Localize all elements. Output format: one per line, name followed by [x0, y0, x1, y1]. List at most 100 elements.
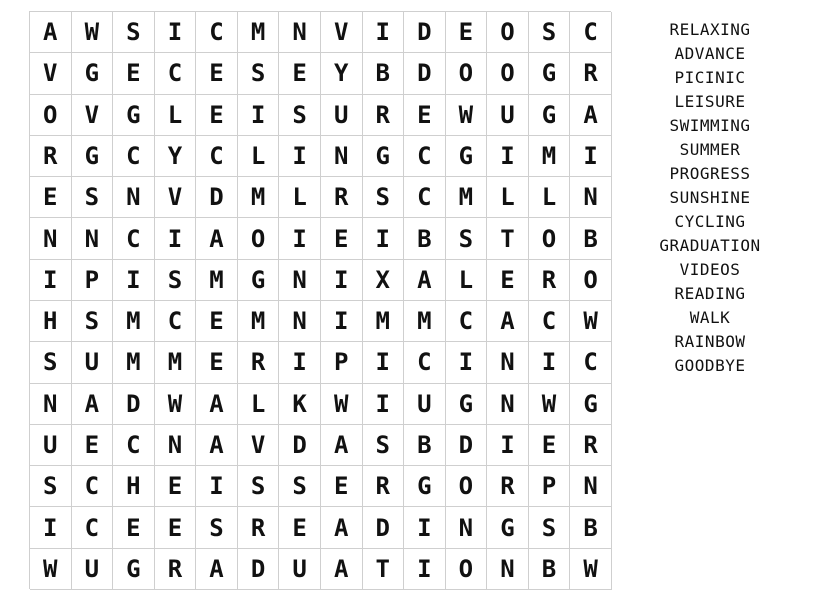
grid-cell[interactable]: O	[237, 218, 280, 260]
grid-cell[interactable]: N	[570, 177, 612, 219]
grid-cell[interactable]: A	[320, 424, 363, 467]
grid-cell[interactable]: S	[362, 424, 405, 467]
grid-cell[interactable]: A	[30, 12, 72, 54]
grid-cell[interactable]: S	[445, 218, 488, 260]
grid-cell[interactable]: O	[30, 94, 72, 136]
grid-cell[interactable]: M	[196, 259, 238, 301]
grid-cell[interactable]: C	[570, 12, 612, 54]
grid-cell[interactable]: P	[528, 466, 571, 508]
grid-cell[interactable]: E	[320, 466, 363, 508]
grid-cell[interactable]: H	[30, 300, 72, 343]
grid-cell[interactable]: O	[445, 53, 488, 95]
grid-cell[interactable]: A	[196, 383, 238, 425]
grid-cell[interactable]: E	[279, 53, 321, 95]
grid-cell[interactable]: R	[528, 259, 571, 301]
grid-cell[interactable]: C	[71, 466, 114, 508]
grid-cell[interactable]: B	[404, 424, 446, 467]
grid-cell[interactable]: W	[570, 300, 612, 343]
grid-cell[interactable]: I	[362, 342, 405, 384]
grid-cell[interactable]: N	[279, 300, 321, 343]
grid-cell[interactable]: S	[30, 342, 72, 384]
grid-cell[interactable]: I	[528, 342, 571, 384]
grid-cell[interactable]: T	[487, 218, 529, 260]
grid-cell[interactable]: D	[362, 507, 405, 549]
grid-cell[interactable]: P	[320, 342, 363, 384]
grid-cell[interactable]: N	[154, 424, 197, 467]
grid-cell[interactable]: W	[570, 548, 612, 590]
grid-cell[interactable]: C	[196, 135, 238, 178]
grid-cell[interactable]: U	[320, 94, 363, 136]
grid-cell[interactable]: I	[30, 507, 72, 549]
grid-cell[interactable]: L	[154, 94, 197, 136]
grid-cell[interactable]: S	[279, 466, 321, 508]
grid-cell[interactable]: M	[154, 342, 197, 384]
grid-cell[interactable]: C	[404, 177, 446, 219]
grid-cell[interactable]: O	[487, 12, 529, 54]
grid-cell[interactable]: O	[445, 466, 488, 508]
grid-cell[interactable]: U	[71, 548, 114, 590]
grid-cell[interactable]: E	[196, 94, 238, 136]
grid-cell[interactable]: D	[279, 424, 321, 467]
grid-cell[interactable]: S	[528, 507, 571, 549]
grid-cell[interactable]: S	[528, 12, 571, 54]
grid-cell[interactable]: S	[113, 12, 155, 54]
grid-cell[interactable]: D	[113, 383, 155, 425]
grid-cell[interactable]: R	[237, 507, 280, 549]
grid-cell[interactable]: O	[445, 548, 488, 590]
grid-cell[interactable]: I	[487, 135, 529, 178]
grid-cell[interactable]: I	[113, 259, 155, 301]
grid-cell[interactable]: I	[279, 135, 321, 178]
grid-cell[interactable]: N	[30, 383, 72, 425]
grid-cell[interactable]: G	[487, 507, 529, 549]
grid-cell[interactable]: C	[154, 300, 197, 343]
grid-cell[interactable]: S	[196, 507, 238, 549]
grid-cell[interactable]: D	[237, 548, 280, 590]
grid-cell[interactable]: U	[71, 342, 114, 384]
grid-cell[interactable]: C	[528, 300, 571, 343]
grid-cell[interactable]: N	[570, 466, 612, 508]
grid-cell[interactable]: A	[320, 507, 363, 549]
grid-cell[interactable]: G	[113, 94, 155, 136]
grid-cell[interactable]: R	[237, 342, 280, 384]
grid-cell[interactable]: H	[113, 466, 155, 508]
grid-cell[interactable]: W	[30, 548, 72, 590]
grid-cell[interactable]: E	[154, 466, 197, 508]
grid-cell[interactable]: A	[570, 94, 612, 136]
grid-cell[interactable]: S	[154, 259, 197, 301]
grid-cell[interactable]: P	[71, 259, 114, 301]
grid-cell[interactable]: G	[445, 135, 488, 178]
grid-cell[interactable]: E	[320, 218, 363, 260]
grid-cell[interactable]: N	[113, 177, 155, 219]
grid-cell[interactable]: C	[71, 507, 114, 549]
grid-cell[interactable]: E	[71, 424, 114, 467]
grid-cell[interactable]: N	[30, 218, 72, 260]
grid-cell[interactable]: U	[279, 548, 321, 590]
grid-cell[interactable]: G	[71, 135, 114, 178]
grid-cell[interactable]: Y	[320, 53, 363, 95]
grid-cell[interactable]: L	[237, 383, 280, 425]
grid-cell[interactable]: G	[528, 53, 571, 95]
grid-cell[interactable]: S	[237, 53, 280, 95]
grid-cell[interactable]: E	[196, 300, 238, 343]
grid-cell[interactable]: U	[404, 383, 446, 425]
grid-cell[interactable]: I	[279, 218, 321, 260]
grid-cell[interactable]: W	[320, 383, 363, 425]
grid-cell[interactable]: A	[196, 218, 238, 260]
grid-cell[interactable]: S	[279, 94, 321, 136]
grid-cell[interactable]: R	[570, 424, 612, 467]
grid-cell[interactable]: U	[30, 424, 72, 467]
grid-cell[interactable]: E	[113, 507, 155, 549]
grid-cell[interactable]: N	[320, 135, 363, 178]
grid-cell[interactable]: A	[487, 300, 529, 343]
grid-cell[interactable]: K	[279, 383, 321, 425]
grid-cell[interactable]: X	[362, 259, 405, 301]
grid-cell[interactable]: D	[445, 424, 488, 467]
grid-cell[interactable]: M	[445, 177, 488, 219]
grid-cell[interactable]: R	[320, 177, 363, 219]
grid-cell[interactable]: I	[279, 342, 321, 384]
grid-cell[interactable]: G	[570, 383, 612, 425]
grid-cell[interactable]: R	[570, 53, 612, 95]
grid-cell[interactable]: O	[570, 259, 612, 301]
grid-cell[interactable]: B	[570, 507, 612, 549]
grid-cell[interactable]: G	[237, 259, 280, 301]
